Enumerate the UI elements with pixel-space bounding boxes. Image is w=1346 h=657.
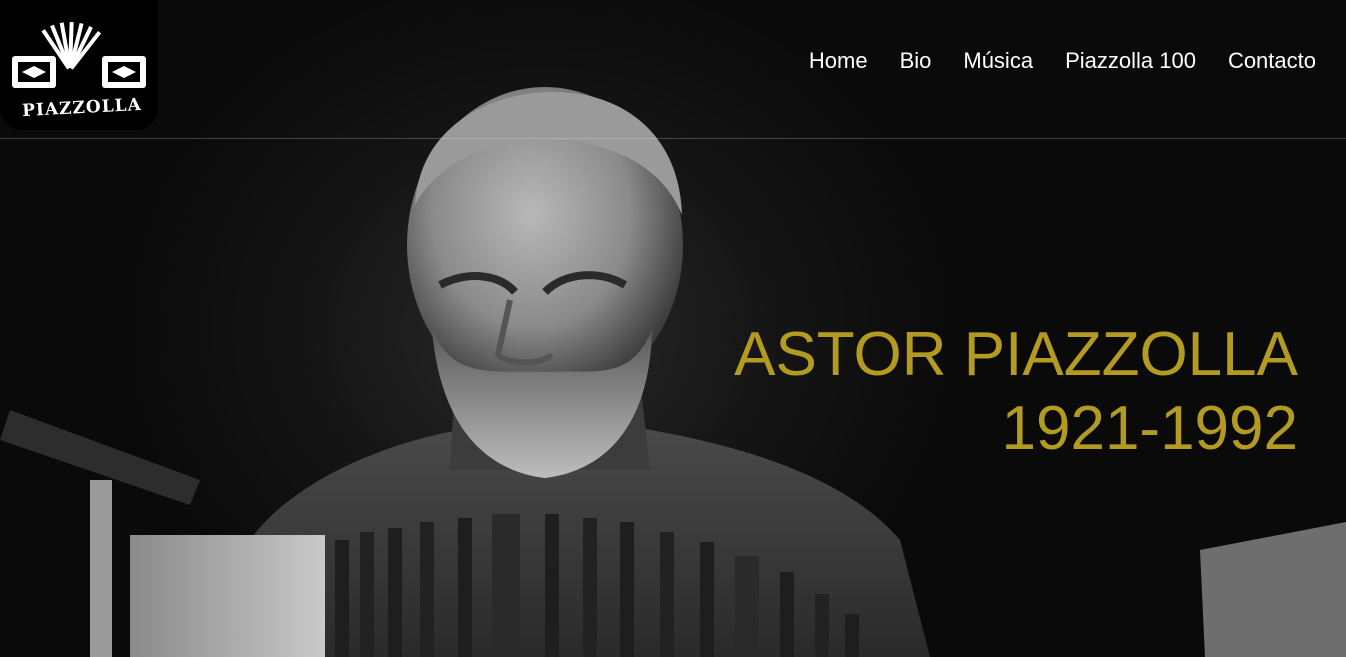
hero-name: ASTOR PIAZZOLLA: [734, 320, 1298, 389]
bandoneon-box: [130, 535, 325, 657]
main-nav: Home Bio Música Piazzolla 100 Contacto: [809, 48, 1316, 74]
site-header: PIAZZOLLA Home Bio Música Piazzolla 100 …: [0, 0, 1346, 139]
nav-item-musica[interactable]: Música: [963, 48, 1033, 74]
hero-years: 1921-1992: [1001, 394, 1299, 463]
hero-title: ASTOR PIAZZOLLA 1921-1992: [734, 318, 1298, 466]
mic-stand: [90, 480, 112, 657]
nav-item-contacto[interactable]: Contacto: [1228, 48, 1316, 74]
hero-page: PIAZZOLLA Home Bio Música Piazzolla 100 …: [0, 0, 1346, 657]
site-logo[interactable]: PIAZZOLLA: [0, 0, 158, 130]
nav-item-bio[interactable]: Bio: [900, 48, 932, 74]
sheet-music: [1200, 522, 1346, 657]
nav-item-home[interactable]: Home: [809, 48, 868, 74]
nav-item-piazzolla-100[interactable]: Piazzolla 100: [1065, 48, 1196, 74]
